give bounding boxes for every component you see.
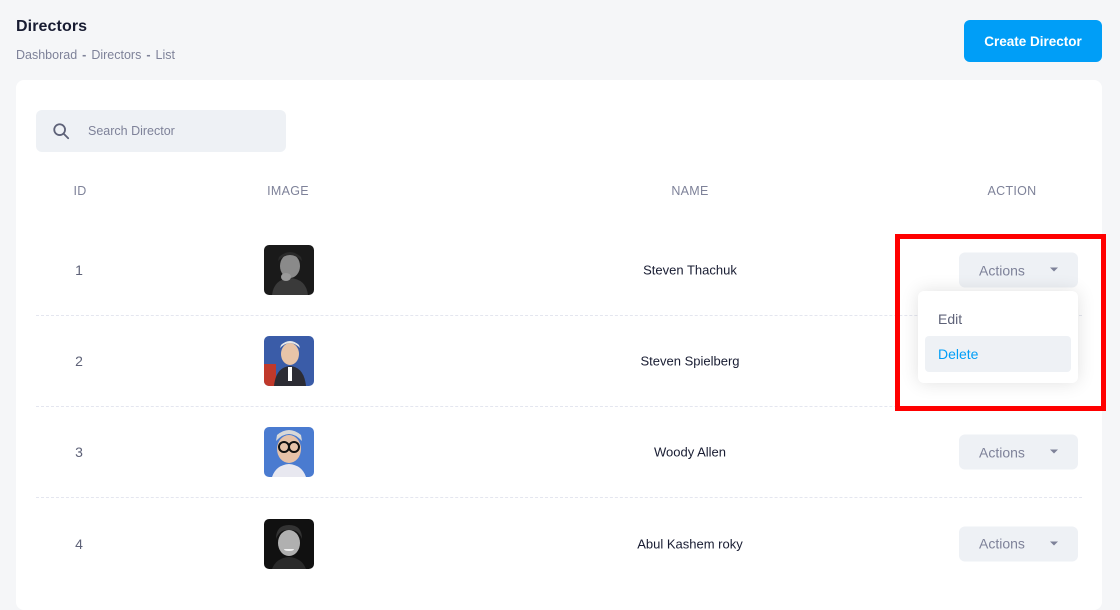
row-id: 1 xyxy=(75,262,83,278)
table-row: 3 Woody Allen Actions xyxy=(36,407,1082,498)
column-header-id: ID xyxy=(73,184,87,198)
director-avatar xyxy=(264,427,314,477)
breadcrumb: Dashborad - Directors - List xyxy=(16,48,175,62)
director-avatar xyxy=(264,245,314,295)
table-row: 4 Abul Kashem roky Actions xyxy=(36,498,1082,589)
menu-item-delete[interactable]: Delete xyxy=(925,336,1071,372)
breadcrumb-separator: - xyxy=(82,48,87,62)
caret-down-icon xyxy=(1050,267,1058,272)
actions-dropdown-button[interactable]: Actions xyxy=(959,252,1078,288)
actions-label: Actions xyxy=(979,535,1025,552)
actions-dropdown-menu: Edit Delete xyxy=(918,291,1078,383)
breadcrumb-list: List xyxy=(155,48,175,62)
page-title: Directors xyxy=(16,18,88,35)
director-name: Abul Kashem roky xyxy=(637,536,743,551)
search-input[interactable] xyxy=(88,124,258,138)
actions-label: Actions xyxy=(979,262,1025,278)
director-name: Woody Allen xyxy=(653,444,727,460)
menu-item-edit[interactable]: Edit xyxy=(925,301,1071,337)
caret-down-icon xyxy=(1050,449,1058,454)
create-director-button[interactable]: Create Director xyxy=(964,20,1102,62)
breadcrumb-dashboard[interactable]: Dashborad xyxy=(16,48,77,62)
actions-dropdown-button[interactable]: Actions xyxy=(959,526,1078,561)
page-header: Directors Dashborad - Directors - List xyxy=(16,18,175,62)
breadcrumb-separator: - xyxy=(146,48,151,62)
actions-dropdown-button[interactable]: Actions xyxy=(959,434,1078,470)
column-header-name: NAME xyxy=(671,184,709,198)
breadcrumb-directors[interactable]: Directors xyxy=(91,48,141,62)
row-id: 2 xyxy=(75,353,83,369)
caret-down-icon xyxy=(1050,541,1058,545)
director-avatar xyxy=(264,336,314,386)
actions-label: Actions xyxy=(979,444,1025,460)
row-id: 3 xyxy=(75,444,83,460)
director-name: Steven Spielberg xyxy=(640,353,740,369)
row-id: 4 xyxy=(75,535,83,552)
director-name: Steven Thachuk xyxy=(643,262,737,278)
search-icon xyxy=(53,123,70,140)
director-avatar xyxy=(264,518,314,569)
search-box[interactable] xyxy=(36,110,286,152)
column-header-image: IMAGE xyxy=(267,184,309,198)
column-header-action: ACTION xyxy=(987,184,1037,198)
